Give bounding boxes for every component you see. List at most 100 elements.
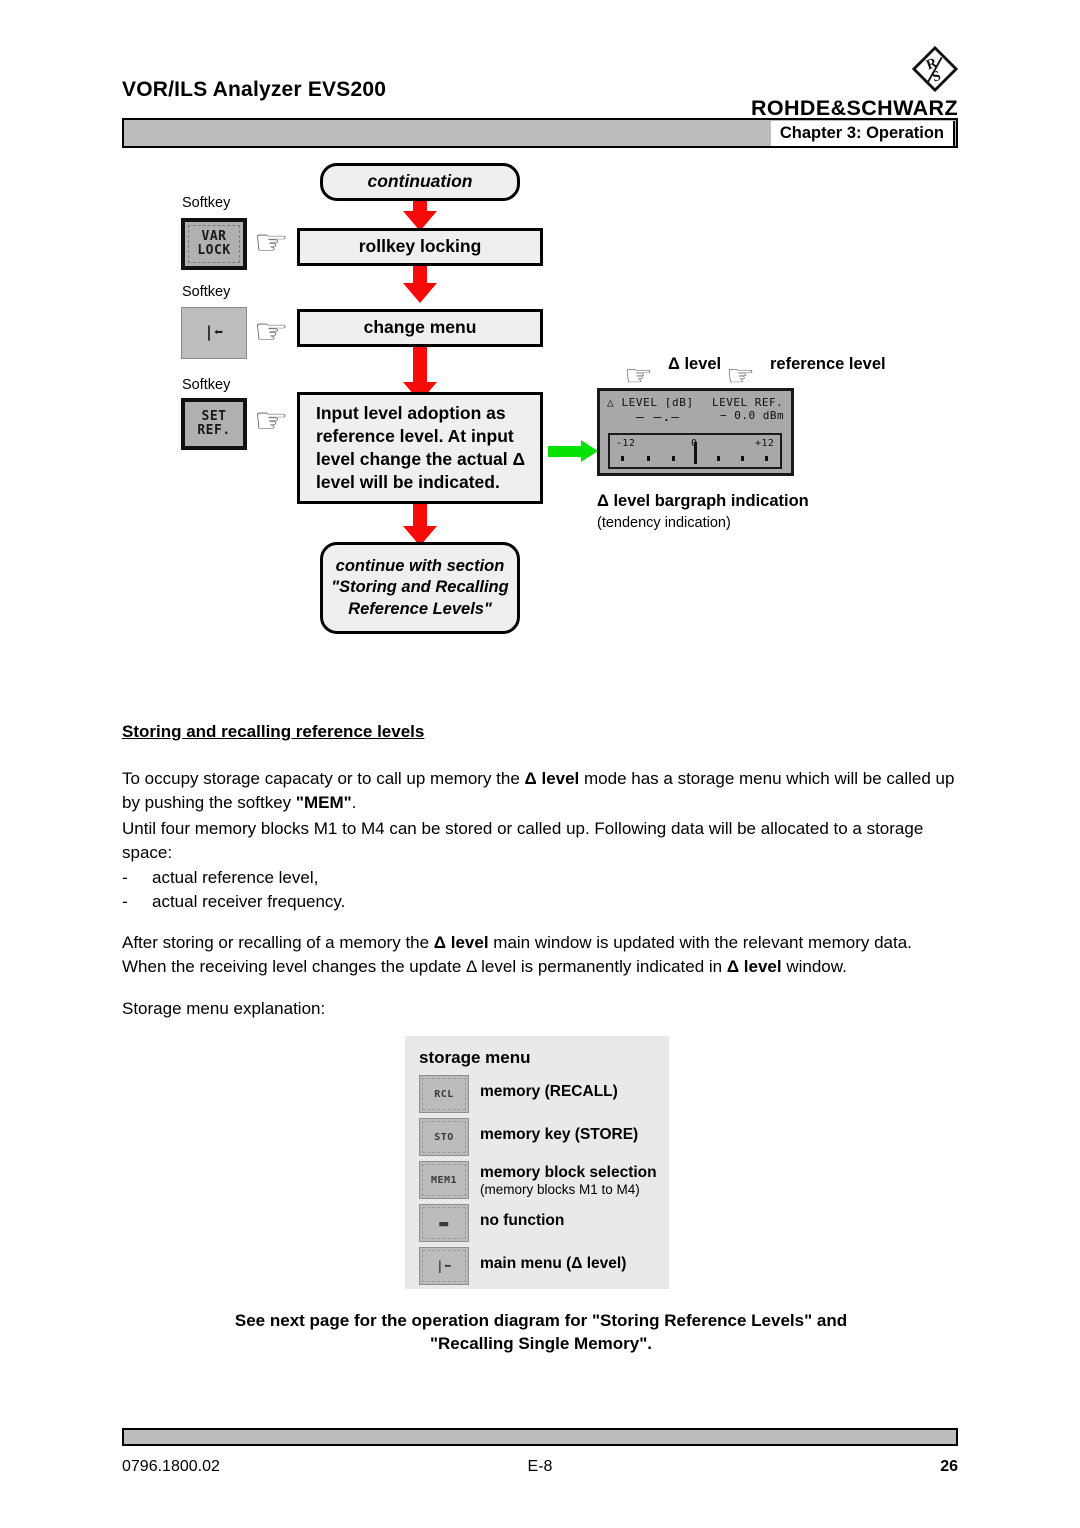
storage-menu-text-nofunction: no function — [480, 1204, 564, 1230]
storage-row-main: memory key (STORE) — [480, 1126, 639, 1143]
pointing-hand-icon-1: ☞ — [253, 224, 289, 262]
para1-mem-softkey: "MEM" — [295, 793, 352, 813]
softkey-back-arrow-label: |⬅ — [204, 323, 224, 342]
list-item: - actual reference level, — [122, 866, 960, 890]
storage-key-sto[interactable]: STO — [419, 1118, 469, 1156]
bargraph-tick — [647, 456, 650, 461]
flow-box-input-level-adoption: Input level adoption as reference level.… — [297, 392, 543, 504]
chapter-bar: Chapter 3: Operation — [122, 118, 958, 148]
bargraph-tick — [621, 456, 624, 461]
storage-menu-text-mainmenu: main menu (Δ level) — [480, 1247, 626, 1273]
see-next-line-1: See next page for the operation diagram … — [234, 1311, 848, 1330]
see-next-line-2: "Recalling Single Memory". — [429, 1333, 653, 1353]
storage-key-rcl-label: RCL — [434, 1088, 454, 1100]
para1-part-a: To occupy storage capacaty or to call up… — [122, 769, 525, 788]
storage-menu-row-recall: RCL memory (RECALL) — [419, 1075, 669, 1116]
lcd-callout-delta-level: Δ level — [668, 355, 722, 373]
storage-key-sto-label: STO — [434, 1131, 454, 1143]
para3-part-c: window. — [781, 957, 847, 977]
paragraph-4: Storage menu explanation: — [122, 999, 326, 1018]
footer-section-code: E-8 — [527, 1458, 553, 1475]
softkey-set-ref[interactable]: SET REF. — [181, 398, 247, 450]
flow-box-continuation: continuation — [320, 163, 520, 201]
para3-delta-level-1: Δ level — [433, 933, 489, 952]
footer: 0796.1800.02 E-8 26 — [122, 1458, 958, 1482]
softkey-caption-2: Softkey — [182, 284, 231, 300]
lcd-title-delta-level: △ LEVEL [dB] — [607, 396, 694, 409]
storage-key-rcl[interactable]: RCL — [419, 1075, 469, 1113]
lcd-bargraph: -12 0 +12 — [608, 433, 782, 469]
bargraph-tick — [672, 456, 675, 461]
bargraph-label-max: +12 — [755, 438, 775, 449]
lcd-caption-sub: (tendency indication) — [597, 515, 731, 531]
softkey-caption-1: Softkey — [182, 195, 231, 211]
flow-box-continue-with-section: continue with section "Storing and Recal… — [320, 542, 520, 634]
lcd-ref-title: LEVEL REF. — [712, 396, 784, 409]
storage-menu-text-store: memory key (STORE) — [480, 1118, 638, 1144]
bargraph-label-min: -12 — [616, 438, 636, 449]
storage-key-back-arrow[interactable]: |⬅ — [419, 1247, 469, 1285]
storage-key-mem1-label: MEM1 — [430, 1174, 458, 1186]
bargraph-tick — [741, 456, 744, 461]
softkey-set-ref-label: SET REF. — [197, 409, 231, 438]
storage-menu-row-store: STO memory key (STORE) — [419, 1118, 669, 1159]
pointing-hand-icon-2: ☞ — [253, 313, 289, 351]
storage-row-main: memory block selection — [480, 1164, 657, 1181]
storage-row-sub: (memory blocks M1 to M4) — [480, 1181, 640, 1197]
storage-key-dash-label: ▬ — [439, 1214, 449, 1232]
storage-row-main: memory (RECALL) — [480, 1083, 618, 1100]
lcd-value-placeholder: — —.— — [636, 410, 681, 425]
bargraph-tick — [765, 456, 768, 461]
bullet-text: actual reference level, — [152, 868, 319, 887]
para3-delta-level-2: Δ level — [726, 957, 782, 977]
softkey-var-lock[interactable]: VAR LOCK — [181, 218, 247, 270]
bullet-list: - actual reference level, - actual recei… — [122, 866, 960, 914]
flow-box-rollkey-locking: rollkey locking — [297, 228, 543, 266]
lcd-caption-main: Δ level bargraph indication — [597, 492, 809, 510]
bargraph-tick — [717, 456, 720, 461]
para1-delta-level: Δ level — [524, 769, 580, 788]
bullet-dash: - — [122, 868, 128, 887]
footer-page-number: 26 — [940, 1458, 958, 1475]
document-title: VOR/ILS Analyzer EVS200 — [122, 78, 387, 101]
storage-menu-panel: storage menu RCL memory (RECALL) STO mem… — [405, 1036, 669, 1289]
page-header: VOR/ILS Analyzer EVS200 R S ROHDE&SCHWAR… — [122, 45, 959, 151]
lcd-callout-reference-level: reference level — [770, 355, 886, 373]
storage-key-dash[interactable]: ▬ — [419, 1204, 469, 1242]
storage-key-back-arrow-label: |⬅ — [436, 1259, 452, 1273]
rs-wordmark: ROHDE&SCHWARZ — [750, 96, 958, 120]
storage-row-main: main menu (Δ level) — [480, 1255, 627, 1272]
storage-menu-text-mem: memory block selection (memory blocks M1… — [480, 1161, 657, 1197]
softkey-var-lock-label: VAR LOCK — [197, 229, 231, 258]
paragraph-1: To occupy storage capacaty or to call up… — [122, 767, 960, 815]
bullet-text: actual receiver frequency. — [152, 892, 346, 912]
storage-menu-row-mainmenu: |⬅ main menu (Δ level) — [419, 1247, 669, 1288]
section-heading-wrap: Storing and recalling reference levels — [122, 722, 960, 742]
softkey-back-arrow[interactable]: |⬅ — [181, 307, 247, 359]
storage-menu-row-mem: MEM1 memory block selection (memory bloc… — [419, 1161, 669, 1202]
paragraph-2: Until four memory blocks M1 to M4 can be… — [122, 819, 924, 863]
list-item: - actual receiver frequency. — [122, 890, 960, 914]
bullet-dash: - — [122, 892, 128, 912]
softkey-caption-3: Softkey — [182, 377, 231, 393]
chapter-label: Chapter 3: Operation — [770, 121, 955, 146]
pointing-hand-icon-3: ☞ — [253, 402, 289, 440]
lcd-ref-value: − 0.0 dBm — [720, 409, 785, 422]
footer-bar — [122, 1428, 958, 1446]
pointing-hand-icon-4: ☞ — [624, 360, 653, 391]
see-next-page-note: See next page for the operation diagram … — [122, 1310, 960, 1356]
para1-part-c: . — [351, 793, 357, 813]
bargraph-tick-center — [694, 442, 697, 464]
storage-key-mem1[interactable]: MEM1 — [419, 1161, 469, 1199]
storage-menu-title: storage menu — [419, 1048, 531, 1067]
section-heading: Storing and recalling reference levels — [122, 722, 425, 741]
pointing-hand-icon-5: ☞ — [726, 360, 755, 391]
storage-menu-text-recall: memory (RECALL) — [480, 1075, 618, 1101]
storage-menu-row-nofunction: ▬ no function — [419, 1204, 669, 1245]
para3-part-a: After storing or recalling of a memory t… — [122, 933, 434, 952]
storage-row-main: no function — [480, 1212, 565, 1229]
lcd-pointer-arrow — [548, 440, 598, 462]
flow-box-change-menu: change menu — [297, 309, 543, 347]
paragraph-3: After storing or recalling of a memory t… — [122, 931, 960, 979]
lcd-screen: △ LEVEL [dB] LEVEL REF. − 0.0 dBm — —.— … — [597, 388, 794, 476]
